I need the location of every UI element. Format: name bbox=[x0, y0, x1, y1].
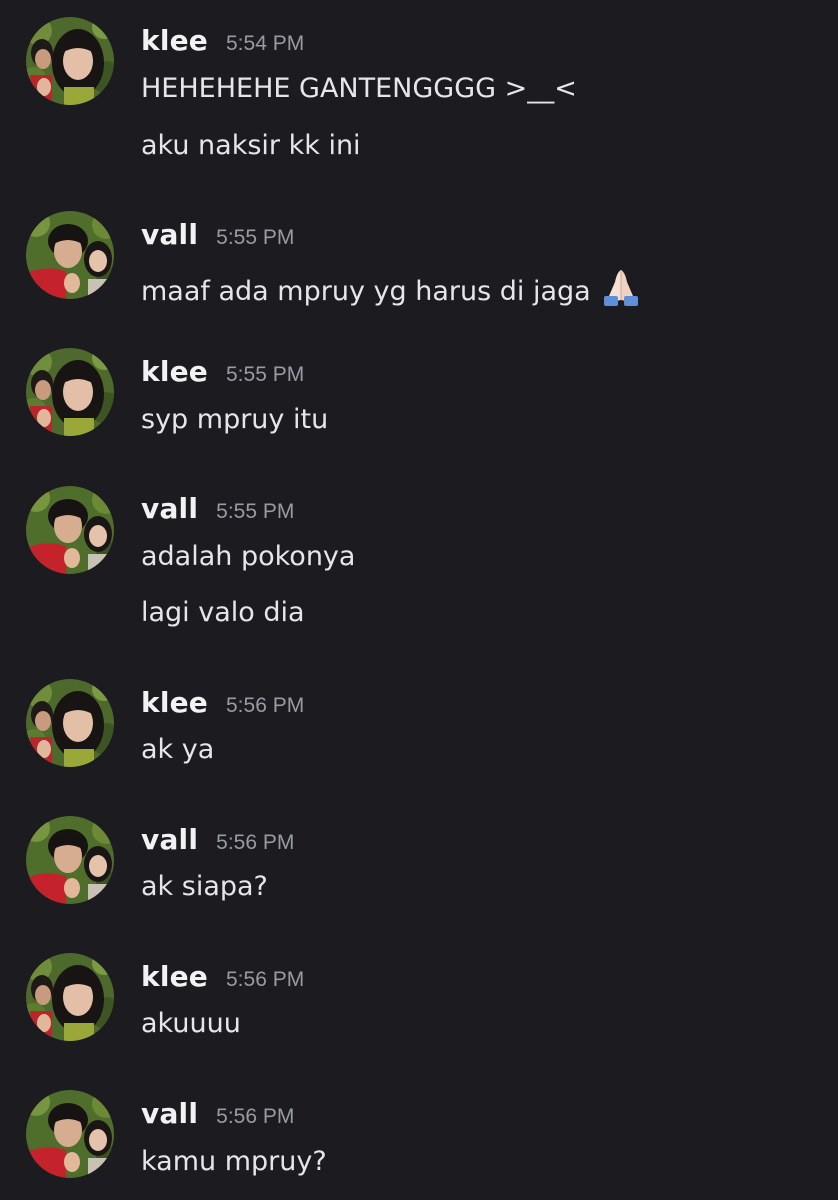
message-header: vall 5:56 PM bbox=[141, 1097, 294, 1137]
message-header: vall 5:55 PM bbox=[141, 492, 294, 532]
avatar[interactable] bbox=[26, 348, 114, 436]
message-text: adalah pokonya bbox=[141, 541, 356, 572]
timestamp: 5:56 PM bbox=[216, 1105, 295, 1128]
vall-avatar-icon bbox=[26, 211, 114, 299]
avatar[interactable] bbox=[26, 486, 114, 574]
avatar[interactable] bbox=[26, 679, 114, 767]
message-text: akuuuu bbox=[141, 1008, 241, 1039]
avatar[interactable] bbox=[26, 816, 114, 904]
author-name[interactable]: klee bbox=[141, 355, 208, 388]
message-header: klee 5:54 PM bbox=[141, 24, 304, 64]
message-header: klee 5:55 PM bbox=[141, 355, 304, 395]
message-text: HEHEHEHE GANTENGGGG >__< bbox=[141, 73, 577, 104]
folded-hands-icon bbox=[599, 266, 643, 316]
message-text: maaf ada mpruy yg harus di jaga bbox=[141, 276, 591, 307]
author-name[interactable]: vall bbox=[141, 1097, 198, 1130]
message-text: ak siapa? bbox=[141, 871, 268, 902]
timestamp: 5:55 PM bbox=[216, 500, 295, 523]
message-text: lagi valo dia bbox=[141, 597, 305, 628]
timestamp: 5:56 PM bbox=[226, 968, 305, 991]
author-name[interactable]: vall bbox=[141, 823, 198, 856]
author-name[interactable]: vall bbox=[141, 492, 198, 525]
klee-avatar-icon bbox=[26, 679, 114, 767]
author-name[interactable]: vall bbox=[141, 218, 198, 251]
message-header: klee 5:56 PM bbox=[141, 960, 304, 1000]
vall-avatar-icon bbox=[26, 1090, 114, 1178]
author-name[interactable]: klee bbox=[141, 24, 208, 57]
timestamp: 5:55 PM bbox=[226, 363, 305, 386]
message-text: aku naksir kk ini bbox=[141, 130, 361, 161]
timestamp: 5:54 PM bbox=[226, 32, 305, 55]
avatar[interactable] bbox=[26, 953, 114, 1041]
avatar[interactable] bbox=[26, 17, 114, 105]
message-line: maaf ada mpruy yg harus di jaga bbox=[141, 266, 643, 316]
message-header: klee 5:56 PM bbox=[141, 686, 304, 726]
avatar[interactable] bbox=[26, 1090, 114, 1178]
klee-avatar-icon bbox=[26, 17, 114, 105]
vall-avatar-icon bbox=[26, 486, 114, 574]
avatar[interactable] bbox=[26, 211, 114, 299]
author-name[interactable]: klee bbox=[141, 960, 208, 993]
klee-avatar-icon bbox=[26, 953, 114, 1041]
timestamp: 5:56 PM bbox=[226, 694, 305, 717]
message-header: vall 5:56 PM bbox=[141, 823, 294, 863]
author-name[interactable]: klee bbox=[141, 686, 208, 719]
message-text: kamu mpruy? bbox=[141, 1146, 327, 1177]
vall-avatar-icon bbox=[26, 816, 114, 904]
timestamp: 5:55 PM bbox=[216, 226, 295, 249]
message-header: vall 5:55 PM bbox=[141, 218, 294, 258]
timestamp: 5:56 PM bbox=[216, 831, 295, 854]
message-text: syp mpruy itu bbox=[141, 404, 329, 435]
klee-avatar-icon bbox=[26, 348, 114, 436]
message-text: ak ya bbox=[141, 734, 215, 765]
